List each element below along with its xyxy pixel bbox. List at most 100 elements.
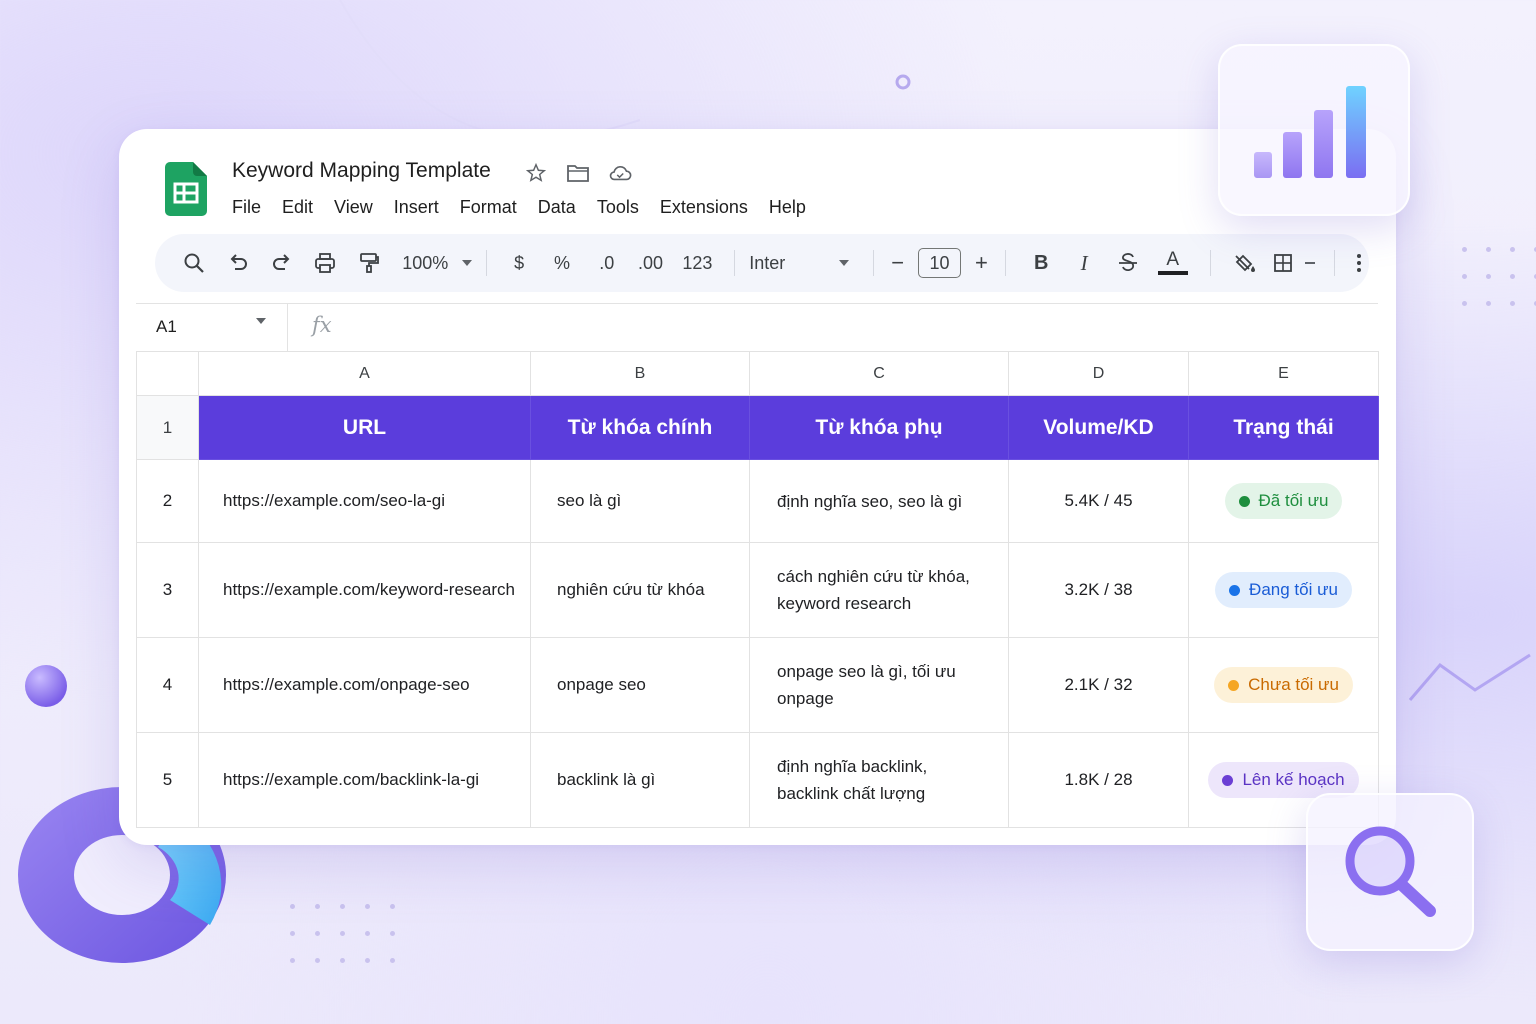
font-value: Inter [749,252,786,273]
sub-keyword-line: onpage seo là gì, tối ưu [777,662,956,681]
magnifier-icon [1345,826,1436,917]
decrease-decimal-button[interactable]: .0 [587,243,627,283]
sub-keyword-cell[interactable]: định nghĩa backlink, backlink chất lượng [749,732,1009,828]
menu-data[interactable]: Data [538,197,576,218]
header-cell-url[interactable]: URL [198,395,531,460]
status-badge: Đã tối ưu [1224,483,1343,519]
toolbar-divider [872,250,874,276]
status-cell[interactable]: Chưa tối ưu [1188,637,1379,733]
status-cell[interactable]: Đã tối ưu [1188,459,1379,543]
volume-cell[interactable]: 1.8K / 28 [1008,732,1189,828]
bold-button[interactable]: B [1020,243,1062,283]
status-cell[interactable]: Đang tối ưu [1188,542,1379,638]
currency-button[interactable]: $ [501,243,537,283]
url-cell[interactable]: https://example.com/backlink-la-gi [198,732,531,828]
row-number[interactable]: 2 [136,459,199,543]
toolbar-divider [1005,250,1007,276]
folder-icon[interactable] [566,161,590,185]
status-dot [1229,584,1241,596]
italic-button[interactable]: I [1062,243,1106,283]
zoom-select[interactable]: 100% [402,243,473,283]
header-cell-sub-keyword[interactable]: Từ khóa phụ [749,395,1009,460]
main-keyword-cell[interactable]: backlink là gì [530,732,750,828]
column-header-e[interactable]: E [1188,351,1379,396]
header-cell-main-keyword[interactable]: Từ khóa chính [530,395,750,460]
toolbar-divider [1334,250,1336,276]
volume-cell[interactable]: 3.2K / 38 [1008,542,1189,638]
sub-keyword-cell[interactable]: onpage seo là gì, tối ưu onpage [749,637,1009,733]
header-cell-volume[interactable]: Volume/KD [1008,395,1189,460]
more-options-icon[interactable] [1349,243,1369,283]
sheets-logo [165,162,207,216]
formula-divider [287,304,288,352]
header-cell-status[interactable]: Trạng thái [1188,395,1379,460]
menu-file[interactable]: File [232,197,261,218]
strikethrough-icon[interactable] [1106,243,1150,283]
font-select[interactable]: Inter [749,243,859,283]
select-all-corner[interactable] [136,351,199,396]
menu-tools[interactable]: Tools [597,197,639,218]
increase-decimal-button[interactable]: .00 [627,243,675,283]
paint-format-icon[interactable] [352,243,386,283]
status-dot [1228,679,1240,691]
volume-cell[interactable]: 2.1K / 32 [1008,637,1189,733]
search-icon[interactable] [177,243,211,283]
main-keyword-cell[interactable]: nghiên cứu từ khóa [530,542,750,638]
sub-keyword-line: định nghĩa backlink, [777,757,928,776]
status-dot [1238,495,1250,507]
menu-extensions[interactable]: Extensions [660,197,748,218]
row-number[interactable]: 5 [136,732,199,828]
print-icon[interactable] [309,243,343,283]
table-row: 2 https://example.com/seo-la-gi seo là g… [136,459,1379,543]
sub-keyword-cell[interactable]: cách nghiên cứu từ khóa, keyword research [749,542,1009,638]
number-format-button[interactable]: 123 [674,243,720,283]
increase-font-size-button[interactable]: + [971,243,991,283]
column-header-b[interactable]: B [530,351,750,396]
sub-keyword-line: keyword research [777,594,912,613]
row-number[interactable]: 4 [136,637,199,733]
star-icon[interactable] [524,161,548,185]
column-header-a[interactable]: A [198,351,531,396]
cloud-icon[interactable] [608,161,632,185]
text-color-swatch [1157,271,1188,275]
menu-help[interactable]: Help [769,197,806,218]
status-badge: Đang tối ưu [1215,572,1352,608]
fill-color-icon[interactable] [1225,243,1267,283]
main-keyword-cell[interactable]: seo là gì [530,459,750,543]
percent-button[interactable]: % [537,243,587,283]
menu-bar: File Edit View Insert Format Data Tools … [232,197,806,218]
redo-icon[interactable] [265,243,299,283]
borders-icon[interactable] [1266,243,1300,283]
spreadsheet-window: Keyword Mapping Template File Edit View … [119,129,1396,845]
menu-insert[interactable]: Insert [394,197,439,218]
row-number[interactable]: 3 [136,542,199,638]
status-label: Chưa tối ưu [1248,675,1339,694]
chevron-down-icon[interactable] [256,318,266,324]
text-color-button[interactable]: A [1150,243,1196,283]
main-keyword-cell[interactable]: onpage seo [530,637,750,733]
status-label: Đã tối ưu [1258,491,1329,510]
decrease-font-size-button[interactable]: − [888,243,908,283]
name-box[interactable]: A1 [156,317,177,337]
status-badge: Chưa tối ưu [1214,667,1353,703]
table-row: 5 https://example.com/backlink-la-gi bac… [136,732,1379,828]
menu-format[interactable]: Format [460,197,517,218]
undo-icon[interactable] [221,243,255,283]
borders-dropdown-icon[interactable] [1300,243,1320,283]
menu-edit[interactable]: Edit [282,197,313,218]
search-decoration [1306,793,1474,951]
sub-keyword-cell[interactable]: định nghĩa seo, seo là gì [749,459,1009,543]
volume-cell[interactable]: 5.4K / 45 [1008,459,1189,543]
dot-grid-right [1462,247,1536,306]
menu-view[interactable]: View [334,197,373,218]
row-number[interactable]: 1 [136,395,199,460]
url-cell[interactable]: https://example.com/keyword-research [198,542,531,638]
url-cell[interactable]: https://example.com/onpage-seo [198,637,531,733]
url-cell[interactable]: https://example.com/seo-la-gi [198,459,531,543]
column-header-d[interactable]: D [1008,351,1189,396]
document-title[interactable]: Keyword Mapping Template [232,159,491,183]
status-dot [1222,774,1234,786]
font-size-input[interactable]: 10 [917,248,962,278]
column-header-c[interactable]: C [749,351,1009,396]
chevron-down-icon [462,260,473,266]
